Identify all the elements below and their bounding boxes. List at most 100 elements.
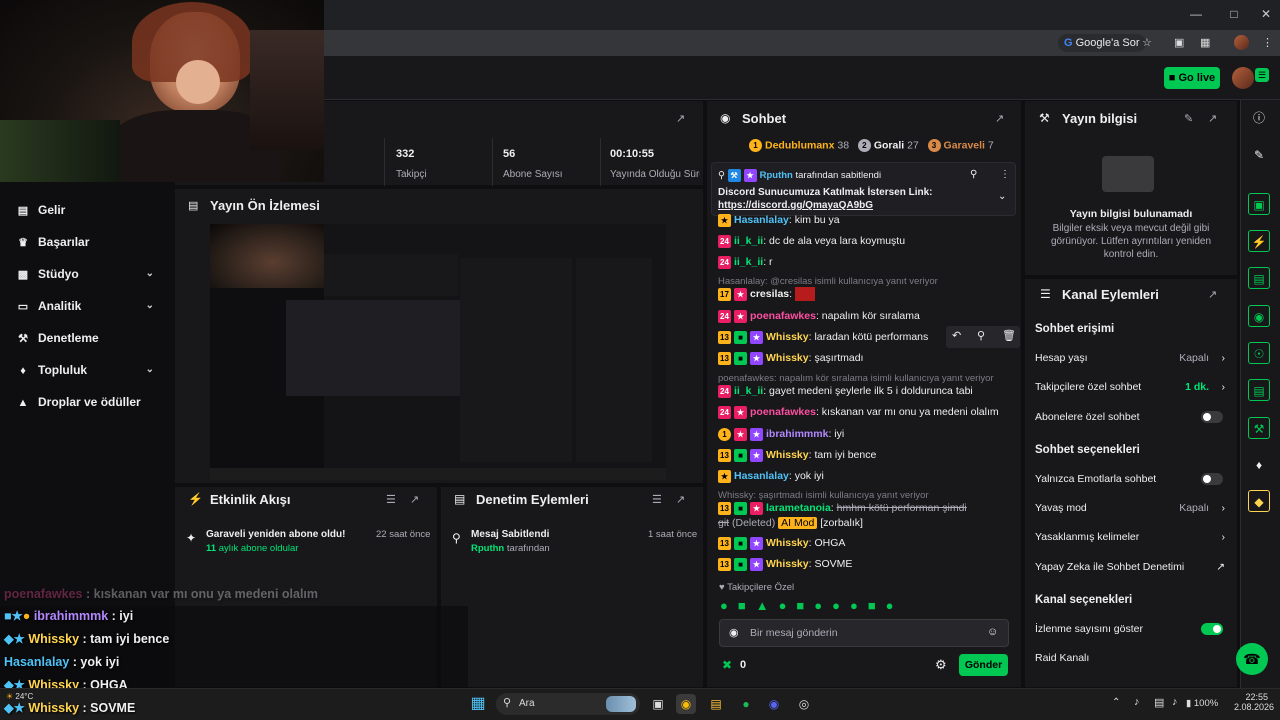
sidebar-item-achievements[interactable]: ♛ Başarılar: [16, 232, 166, 252]
chat-message[interactable]: ★ Hasanlalay: yok iyi: [718, 467, 1018, 485]
filter-icon[interactable]: ☰: [386, 493, 396, 506]
volume-icon[interactable]: ♪: [1172, 696, 1178, 708]
send-button[interactable]: Gönder: [959, 654, 1008, 676]
edit-icon[interactable]: ✎: [1184, 112, 1193, 125]
chat-message[interactable]: 13 ■ ★ Whissky: laradan kötü performans: [718, 328, 942, 346]
minimize-icon[interactable]: —: [1188, 6, 1204, 22]
vip-badge: ★: [734, 405, 747, 419]
chat-message[interactable]: 13 ■ ★ Whissky: OHGA: [718, 534, 1018, 552]
sidebar-item-moderation[interactable]: ⚒ Denetleme: [16, 328, 166, 348]
chat-message[interactable]: 17 ★ cresilas:: [718, 285, 1018, 303]
note-icon[interactable]: ▤: [1248, 267, 1270, 289]
rewards-icon[interactable]: ◆: [1248, 490, 1270, 512]
chevron-down-icon[interactable]: ⌄: [998, 191, 1006, 202]
gift-badge: ■: [734, 351, 747, 365]
discord-icon[interactable]: ◉: [764, 694, 784, 714]
obs-icon[interactable]: ◎: [794, 694, 814, 714]
star-icon[interactable]: ☆: [1142, 34, 1152, 52]
chat-message[interactable]: ★ Hasanlalay: kim bu ya: [718, 211, 1018, 229]
emote-bar[interactable]: ●■▲●■●●●■●: [720, 598, 1010, 614]
task-view-icon[interactable]: ▣: [648, 694, 668, 714]
list-icon: ☰: [1040, 287, 1051, 301]
wrench-icon[interactable]: ⚒: [1248, 417, 1270, 439]
more-icon[interactable]: ⋮: [1000, 169, 1010, 180]
file-explorer-icon[interactable]: ▤: [706, 694, 726, 714]
spotify-icon[interactable]: ●: [736, 694, 756, 714]
show-viewers-toggle[interactable]: [1201, 623, 1223, 635]
chat-message[interactable]: 24 ★ poenafawkes: napalım kör sıralama: [718, 307, 1018, 325]
info-icon[interactable]: ⓘ: [1248, 107, 1270, 129]
sidebar-item-community[interactable]: ♦ Topluluk ⌄: [16, 360, 166, 380]
network-icon[interactable]: ▤: [1154, 696, 1164, 709]
chat-message[interactable]: 13 ■ ★ Whissky: tam iyi bence: [718, 446, 1018, 464]
chrome-icon[interactable]: ◉: [676, 694, 696, 714]
account-age-setting[interactable]: Hesap yaşı Kapalı ›: [1035, 349, 1225, 367]
profile-avatar[interactable]: [1234, 35, 1249, 50]
popout-icon[interactable]: ↗: [995, 112, 1004, 125]
subscriber-badge: ★: [743, 169, 757, 182]
lightning-icon[interactable]: ⚡: [1248, 230, 1270, 252]
extension-icon[interactable]: ▣: [1174, 34, 1184, 52]
microphone-icon[interactable]: ♪: [1134, 696, 1140, 708]
emote-only-toggle[interactable]: [1201, 473, 1223, 485]
pinned-link[interactable]: https://discord.gg/QmayaQA9bG: [718, 200, 873, 211]
user-avatar[interactable]: [1232, 67, 1254, 89]
popout-icon[interactable]: ↗: [410, 493, 419, 506]
ai-moderation-setting[interactable]: Yapay Zeka ile Sohbet Denetimi ↗: [1035, 558, 1225, 576]
close-icon[interactable]: ✕: [1258, 6, 1274, 22]
menu-icon[interactable]: ⋮: [1262, 34, 1273, 52]
stream-preview-video[interactable]: [210, 224, 666, 480]
sidebar-item-drops[interactable]: ▲ Droplar ve ödüller: [16, 392, 166, 412]
chevron-right-icon: ›: [1221, 502, 1226, 514]
delete-icon[interactable]: 🗑: [1002, 329, 1016, 342]
gift-badge: ■: [734, 330, 747, 344]
subs-only-toggle[interactable]: [1201, 411, 1223, 423]
popout-icon[interactable]: ↗: [676, 493, 685, 506]
windows-start-icon[interactable]: ▦: [468, 694, 488, 714]
tray-chevron-icon[interactable]: ⌃: [1112, 697, 1120, 708]
filter-icon[interactable]: ☰: [652, 493, 662, 506]
chat-message[interactable]: 24 ★ poenafawkes: kıskanan var mı onu ya m…: [718, 403, 1018, 421]
pencil-icon[interactable]: ✎: [1248, 144, 1270, 166]
settings-icon[interactable]: ⚙: [935, 657, 947, 673]
banned-words-setting[interactable]: Yasaklanmış kelimeler ›: [1035, 528, 1225, 546]
popout-icon[interactable]: ↗: [1208, 112, 1217, 125]
maximize-icon[interactable]: □: [1226, 6, 1242, 22]
uptime-value: 00:10:55: [610, 148, 655, 160]
chat-message[interactable]: 24 ii_k_ii: dc de ala veya lara koymuştu: [718, 232, 1018, 250]
channel-points-icon[interactable]: ✖: [722, 658, 732, 672]
chat-message[interactable]: 24 ii_k_ii: gayet medeni şeylerle ilk 5 i…: [718, 382, 1018, 400]
broadcast-icon[interactable]: ☉: [1248, 342, 1270, 364]
followers-only-setting[interactable]: Takipçilere özel sohbet 1 dk. ›: [1035, 378, 1225, 396]
clip-icon[interactable]: ▣: [1248, 193, 1270, 215]
taskbar-clock[interactable]: 22:55 2.08.2026: [1234, 692, 1274, 712]
reply-icon[interactable]: ↶: [952, 329, 961, 342]
emote-only-setting[interactable]: Yalnızca Emotlarla sohbet: [1035, 470, 1225, 488]
popout-icon[interactable]: ↗: [1208, 288, 1217, 301]
pin-icon: ⚲: [718, 170, 728, 182]
emoji-icon[interactable]: ☺: [987, 626, 998, 638]
chat-message[interactable]: 24 ii_k_ii: r: [718, 253, 1018, 271]
go-live-button[interactable]: ■ Go live: [1164, 67, 1220, 89]
help-button[interactable]: ☎: [1236, 643, 1268, 675]
popout-icon[interactable]: ↗: [676, 112, 685, 125]
raid-channel-setting[interactable]: Raid Kanalı: [1035, 649, 1225, 667]
community-icon[interactable]: ♦: [1248, 454, 1270, 476]
pin-icon[interactable]: ⚲: [977, 329, 985, 342]
sidebar-item-revenue[interactable]: ▤ Gelir: [16, 200, 166, 220]
unpin-icon[interactable]: ⚲: [970, 169, 977, 180]
chat-message[interactable]: 13 ■ ★ Whissky: şaşırtmadı: [718, 349, 1018, 367]
slow-mode-setting[interactable]: Yavaş mod Kapalı ›: [1035, 499, 1225, 517]
layout-icon[interactable]: ▤: [1248, 379, 1270, 401]
sidebar-item-analytics[interactable]: ▭ Analitik ⌄: [16, 296, 166, 316]
google-search-button[interactable]: G Google'a Sor: [1058, 34, 1146, 52]
show-viewers-setting[interactable]: İzlenme sayısını göster: [1035, 620, 1225, 638]
puzzle-icon[interactable]: ▦: [1200, 34, 1210, 52]
chat-message[interactable]: 13 ■ ★ Whissky: SOVME: [718, 555, 1018, 573]
chat-message[interactable]: 1 ★ ★ ibrahimmmk: iyi: [718, 425, 1018, 443]
subs-only-setting[interactable]: Abonelere özel sohbet: [1035, 408, 1225, 426]
sidebar-item-studio[interactable]: ▩ Stüdyo ⌄: [16, 264, 166, 284]
battery-indicator[interactable]: ▮ 100%: [1186, 698, 1218, 709]
chat-icon[interactable]: ◉: [1248, 305, 1270, 327]
wrench-icon: ⚒: [1039, 111, 1050, 125]
